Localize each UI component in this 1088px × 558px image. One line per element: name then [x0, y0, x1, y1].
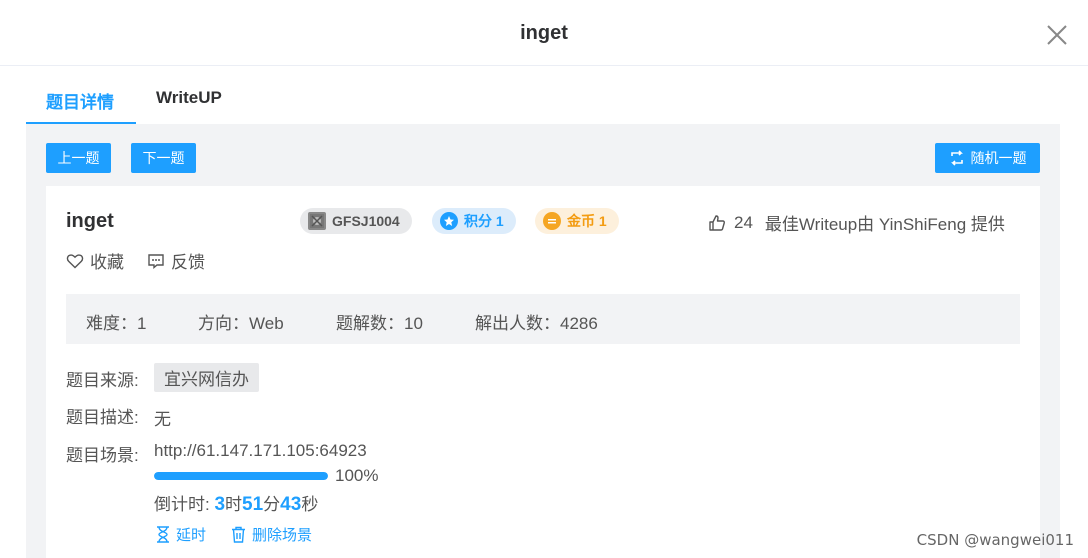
- score-badge: 积分 1: [432, 208, 516, 234]
- favorite-button[interactable]: 收藏: [66, 248, 124, 273]
- heart-icon: [66, 253, 84, 268]
- countdown-hours: 3: [214, 494, 226, 515]
- description-label: 题目描述:: [66, 408, 139, 427]
- extend-button[interactable]: 延时: [156, 524, 206, 545]
- challenge-id-badge: GFSJ1004: [300, 208, 412, 234]
- hourglass-icon: [157, 526, 169, 543]
- random-challenge-button[interactable]: 随机一题: [935, 143, 1040, 173]
- tab-challenge-details[interactable]: 题目详情: [46, 88, 114, 113]
- scene-progress-bar: [154, 472, 328, 480]
- modal-header: inget: [0, 0, 1088, 66]
- scene-url[interactable]: http://61.147.171.105:64923: [154, 441, 367, 461]
- tab-writeup[interactable]: WriteUP: [156, 88, 222, 108]
- source-tag: 宜兴网信办: [154, 363, 259, 392]
- challenge-card: inget GFSJ1004 积分 1 金币 1 24 最佳Writeup由 Y…: [46, 186, 1040, 558]
- challenge-logo-icon: [308, 212, 326, 230]
- scene-progress-fill: [154, 472, 328, 480]
- prev-challenge-button[interactable]: 上一题: [46, 143, 111, 173]
- solvers-stat: 解出人数：4286: [475, 314, 598, 333]
- difficulty-stat: 难度：1: [86, 314, 147, 333]
- likes-section: 24 最佳Writeup由 YinShiFeng 提供: [708, 210, 1005, 235]
- best-writeup-text[interactable]: 最佳Writeup由 YinShiFeng 提供: [765, 210, 1005, 235]
- trash-icon: [232, 526, 245, 543]
- next-challenge-button[interactable]: 下一题: [131, 143, 196, 173]
- random-challenge-label: 随机一题: [970, 150, 1027, 166]
- challenge-panel: 上一题 下一题 随机一题 inget GFSJ1004 积分 1 金币 1 24…: [26, 124, 1060, 558]
- stats-bar: 难度：1 方向：Web 题解数：10 解出人数：4286: [66, 294, 1020, 344]
- likes-count: 24: [734, 212, 753, 232]
- countdown-seconds: 43: [280, 494, 302, 515]
- scene-progress-text: 100%: [335, 466, 379, 485]
- delete-scene-button[interactable]: 删除场景: [231, 524, 312, 545]
- countdown-timer: 倒计时: 3时51分43秒: [154, 494, 319, 515]
- challenge-name: inget: [66, 210, 114, 232]
- solves-stat: 题解数：10: [336, 314, 423, 333]
- close-icon[interactable]: [1046, 24, 1068, 46]
- tab-bar: 题目详情 WriteUP: [26, 80, 1060, 124]
- shuffle-icon: [950, 150, 963, 166]
- coin-icon: [543, 212, 561, 230]
- thumbs-up-icon[interactable]: [708, 214, 726, 232]
- message-icon: [148, 253, 164, 269]
- csdn-watermark: CSDN @wangwei011: [916, 531, 1074, 549]
- coin-badge: 金币 1: [535, 208, 619, 234]
- description-value: 无: [154, 410, 171, 429]
- direction-stat: 方向：Web: [198, 314, 284, 333]
- scene-label: 题目场景:: [66, 446, 139, 465]
- modal-title: inget: [520, 22, 568, 44]
- feedback-button[interactable]: 反馈: [147, 248, 205, 273]
- countdown-minutes: 51: [242, 494, 264, 515]
- source-label: 题目来源:: [66, 371, 139, 390]
- star-icon: [440, 212, 458, 230]
